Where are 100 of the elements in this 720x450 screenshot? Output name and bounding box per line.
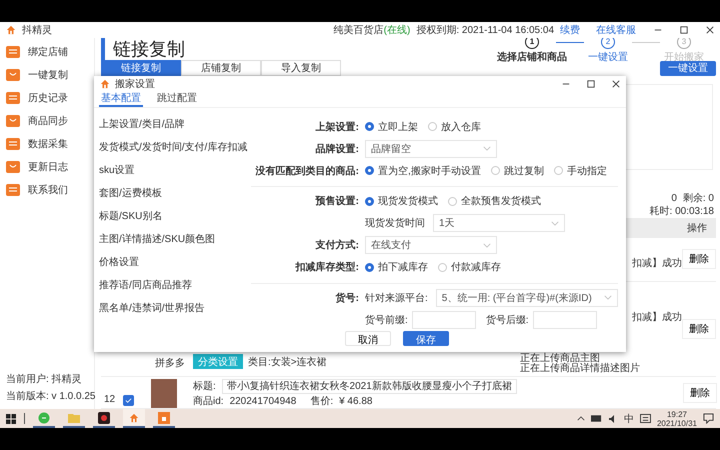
input-field[interactable] xyxy=(532,310,597,328)
tab[interactable]: 店铺复制 xyxy=(181,60,261,76)
clock-time: 19:27 xyxy=(666,410,687,418)
row-checkbox[interactable] xyxy=(123,395,134,406)
delete-button[interactable]: 删除 xyxy=(682,382,717,402)
sidebar-item[interactable]: 商品同步 xyxy=(0,109,94,132)
status-text: 扣减】成功 xyxy=(632,312,682,324)
title-field[interactable]: 带小\复搞针织连衣裙女秋冬2021新款韩版收腰显瘦小个子打底裙 xyxy=(222,378,517,394)
input-field[interactable] xyxy=(412,310,476,328)
taskbar-app[interactable] xyxy=(93,409,115,428)
app-icon xyxy=(98,412,110,424)
clock-date: 2021/10/31 xyxy=(656,418,697,428)
row-number: 12 xyxy=(103,393,116,405)
folder-icon xyxy=(68,412,80,422)
app-logo-icon xyxy=(6,25,16,35)
step-label: 一键设置 xyxy=(588,50,628,64)
menu-tile-icon xyxy=(6,44,20,58)
step-number: 1 xyxy=(525,38,539,48)
category-text: 类目:女装>连衣裙 xyxy=(248,356,327,369)
taskbar-app[interactable] xyxy=(153,409,175,428)
chevron-down-icon xyxy=(483,146,491,151)
dropdown[interactable]: 1天 xyxy=(433,214,565,232)
maximize-button[interactable] xyxy=(587,80,595,88)
input-method[interactable]: 中 xyxy=(624,412,634,426)
dialog-logo-icon xyxy=(100,78,110,88)
radio-option[interactable]: 置为空,搬家时手动设置 xyxy=(365,164,481,178)
app-title: 抖精灵 xyxy=(22,24,52,37)
shop-status: (在线) xyxy=(384,24,410,37)
settings-nav-item[interactable]: 黑名单/违禁词/世界报告 xyxy=(99,296,251,319)
field-label: 没有匹配到类目的商品: xyxy=(254,164,360,178)
windows-start-icon[interactable] xyxy=(6,414,16,424)
one-click-setup-button[interactable]: 一键设置 xyxy=(660,60,716,76)
keyboard-icon[interactable] xyxy=(640,414,651,423)
price: ¥ 46.88 xyxy=(339,396,372,406)
sidebar-item[interactable]: 历史记录 xyxy=(0,86,94,109)
radio-option[interactable]: 手动指定 xyxy=(554,164,607,178)
id-label: 商品id: xyxy=(193,394,224,408)
settings-nav-item[interactable]: 推荐语/同店商品推荐 xyxy=(99,273,251,296)
sidebar-item[interactable]: 绑定店铺 xyxy=(0,40,94,63)
product-id: 220241704948 xyxy=(230,396,296,406)
close-button[interactable] xyxy=(706,26,714,34)
field-caption: 针对来源平台: xyxy=(365,292,428,304)
support-link[interactable]: 在线客服 xyxy=(596,23,636,37)
battery-icon[interactable] xyxy=(590,415,602,422)
dialog-tab[interactable]: 跳过配置 xyxy=(155,91,199,107)
settings-nav-item[interactable]: 上架设置/类目/品牌 xyxy=(99,112,251,135)
maximize-button[interactable] xyxy=(680,26,688,34)
dropdown[interactable]: 5、统一用: (平台首字母)#(来源ID) xyxy=(436,288,618,306)
chevron-up-icon[interactable] xyxy=(576,416,585,421)
cancel-button[interactable]: 取消 xyxy=(345,331,391,346)
menu-tile-icon xyxy=(6,114,20,128)
close-button[interactable] xyxy=(612,80,620,88)
radio-option[interactable]: 拍下减库存 xyxy=(365,260,428,274)
tab[interactable]: 链接复制 xyxy=(101,60,181,76)
sidebar-item[interactable]: 联系我们 xyxy=(0,178,94,201)
status-text: 扣减】成功 xyxy=(632,258,682,270)
settings-nav-item[interactable]: 套图/运费模板 xyxy=(99,181,251,204)
sidebar-item[interactable]: 数据采集 xyxy=(0,132,94,155)
radio-option[interactable]: 付款减库存 xyxy=(438,260,501,274)
house-icon xyxy=(129,412,139,422)
radio-option[interactable]: 全款预售发货模式 xyxy=(448,194,541,208)
radio-option[interactable]: 跳过复制 xyxy=(490,164,544,178)
title-label: 标题: xyxy=(193,380,216,393)
chevron-down-icon xyxy=(483,242,491,248)
sidebar-item[interactable]: 一键复制 xyxy=(0,63,94,86)
stat-text: 耗时: 00:03:18 xyxy=(650,204,714,218)
step-number: 2 xyxy=(601,38,615,48)
field-label: 货号: xyxy=(334,292,360,304)
step-label: 开始搬家 xyxy=(664,50,704,62)
price-label: 售价: xyxy=(310,395,334,408)
sidebar-item[interactable]: 更新日志 xyxy=(0,155,94,178)
chevron-down-icon xyxy=(604,295,612,300)
tab[interactable]: 导入复制 xyxy=(261,60,341,76)
photo-placeholder xyxy=(151,379,177,408)
delete-button[interactable]: 删除 xyxy=(682,249,716,270)
field-label: 支付方式: xyxy=(314,238,360,252)
stat-text: 剩余: 0 xyxy=(682,192,714,205)
renew-link[interactable]: 续费 xyxy=(560,23,580,37)
field-label: 品牌设置: xyxy=(314,142,360,156)
radio-option[interactable]: 立即上架 xyxy=(365,120,418,134)
settings-nav-item[interactable]: 发货模式/发货时间/支付/库存扣减 xyxy=(99,135,251,158)
chat-bubble-icon xyxy=(38,412,50,424)
step-number: 3 xyxy=(677,38,691,48)
dropdown[interactable]: 在线支付 xyxy=(365,236,497,254)
app-version: 当前版本: v 1.0.0.25 xyxy=(6,390,94,403)
radio-option[interactable]: 放入仓库 xyxy=(428,120,481,134)
menu-tile-icon xyxy=(6,160,20,174)
radio-option[interactable]: 现货发货模式 xyxy=(365,194,438,208)
license-expiry: 授权到期: 2021-11-04 16:05:04 xyxy=(416,24,554,37)
taskbar-app[interactable] xyxy=(123,409,145,428)
current-user: 当前用户: 抖精灵 xyxy=(6,372,83,386)
chevron-down-icon xyxy=(551,220,559,226)
settings-nav-item[interactable]: 价格设置 xyxy=(99,250,251,273)
save-button[interactable]: 保存 xyxy=(403,331,449,346)
field-label: 上架设置: xyxy=(314,120,360,134)
dialog-tab[interactable]: 基本配置 xyxy=(99,91,143,107)
dropdown[interactable]: 品牌留空 xyxy=(365,140,497,158)
notification-icon[interactable] xyxy=(703,413,714,424)
settings-nav-item[interactable]: sku设置 xyxy=(99,158,251,181)
delete-button[interactable]: 删除 xyxy=(682,319,716,340)
